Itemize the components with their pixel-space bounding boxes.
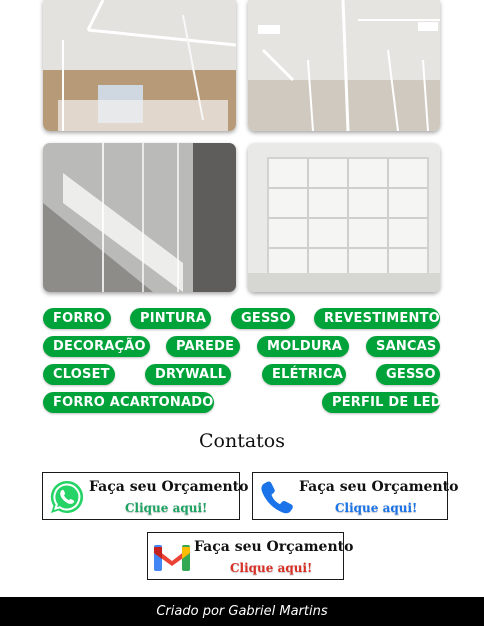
- footer: Criado por Gabriel Martins: [0, 597, 484, 626]
- tag-gesso[interactable]: GESSO: [231, 308, 295, 329]
- phone-quote-button[interactable]: Faça seu Orçamento Clique aqui!: [252, 472, 458, 520]
- gmail-icon: [152, 539, 192, 575]
- gallery-photo-led-lines[interactable]: [248, 0, 440, 131]
- tag-forro-acartonado[interactable]: FORRO ACARTONADO: [43, 392, 214, 413]
- contacts-heading: Contatos: [198, 430, 285, 452]
- photo-gallery: [43, 0, 440, 292]
- tag-moldura[interactable]: MOLDURA: [257, 336, 349, 357]
- gmail-cta-link[interactable]: Clique aqui!: [230, 561, 312, 575]
- phone-cta-link[interactable]: Clique aqui!: [335, 501, 417, 515]
- tag-gesso-2[interactable]: GESSO: [376, 364, 440, 385]
- tag-closet[interactable]: CLOSET: [43, 364, 115, 385]
- phone-quote-label: Faça seu Orçamento: [299, 479, 459, 495]
- gallery-photo-shelving[interactable]: [248, 143, 440, 292]
- phone-icon: [259, 479, 295, 515]
- whatsapp-cta-link[interactable]: Clique aqui!: [125, 501, 207, 515]
- whatsapp-quote-label: Faça seu Orçamento: [89, 479, 249, 495]
- tag-perfil-de-led[interactable]: PERFIL DE LED: [322, 392, 442, 413]
- whatsapp-icon: [49, 479, 85, 515]
- tag-decoracao[interactable]: DECORAÇÃO: [43, 336, 150, 357]
- tag-sancas[interactable]: SANCAS: [366, 336, 440, 357]
- whatsapp-quote-button[interactable]: Faça seu Orçamento Clique aqui!: [42, 472, 248, 520]
- gallery-photo-ceiling-led[interactable]: [43, 0, 236, 131]
- tag-pintura[interactable]: PINTURA: [130, 308, 211, 329]
- gmail-quote-label: Faça seu Orçamento: [194, 539, 354, 555]
- gmail-quote-button[interactable]: Faça seu Orçamento Clique aqui!: [147, 532, 353, 580]
- tag-forro[interactable]: FORRO: [43, 308, 111, 329]
- footer-credit: Criado por Gabriel Martins: [156, 604, 328, 619]
- tag-eletrica[interactable]: ELÉTRICA: [262, 364, 346, 385]
- gallery-photo-staircase[interactable]: [43, 143, 236, 292]
- tag-drywall[interactable]: DRYWALL: [145, 364, 231, 385]
- tag-revestimento[interactable]: REVESTIMENTO: [314, 308, 440, 329]
- tag-parede[interactable]: PAREDE: [166, 336, 240, 357]
